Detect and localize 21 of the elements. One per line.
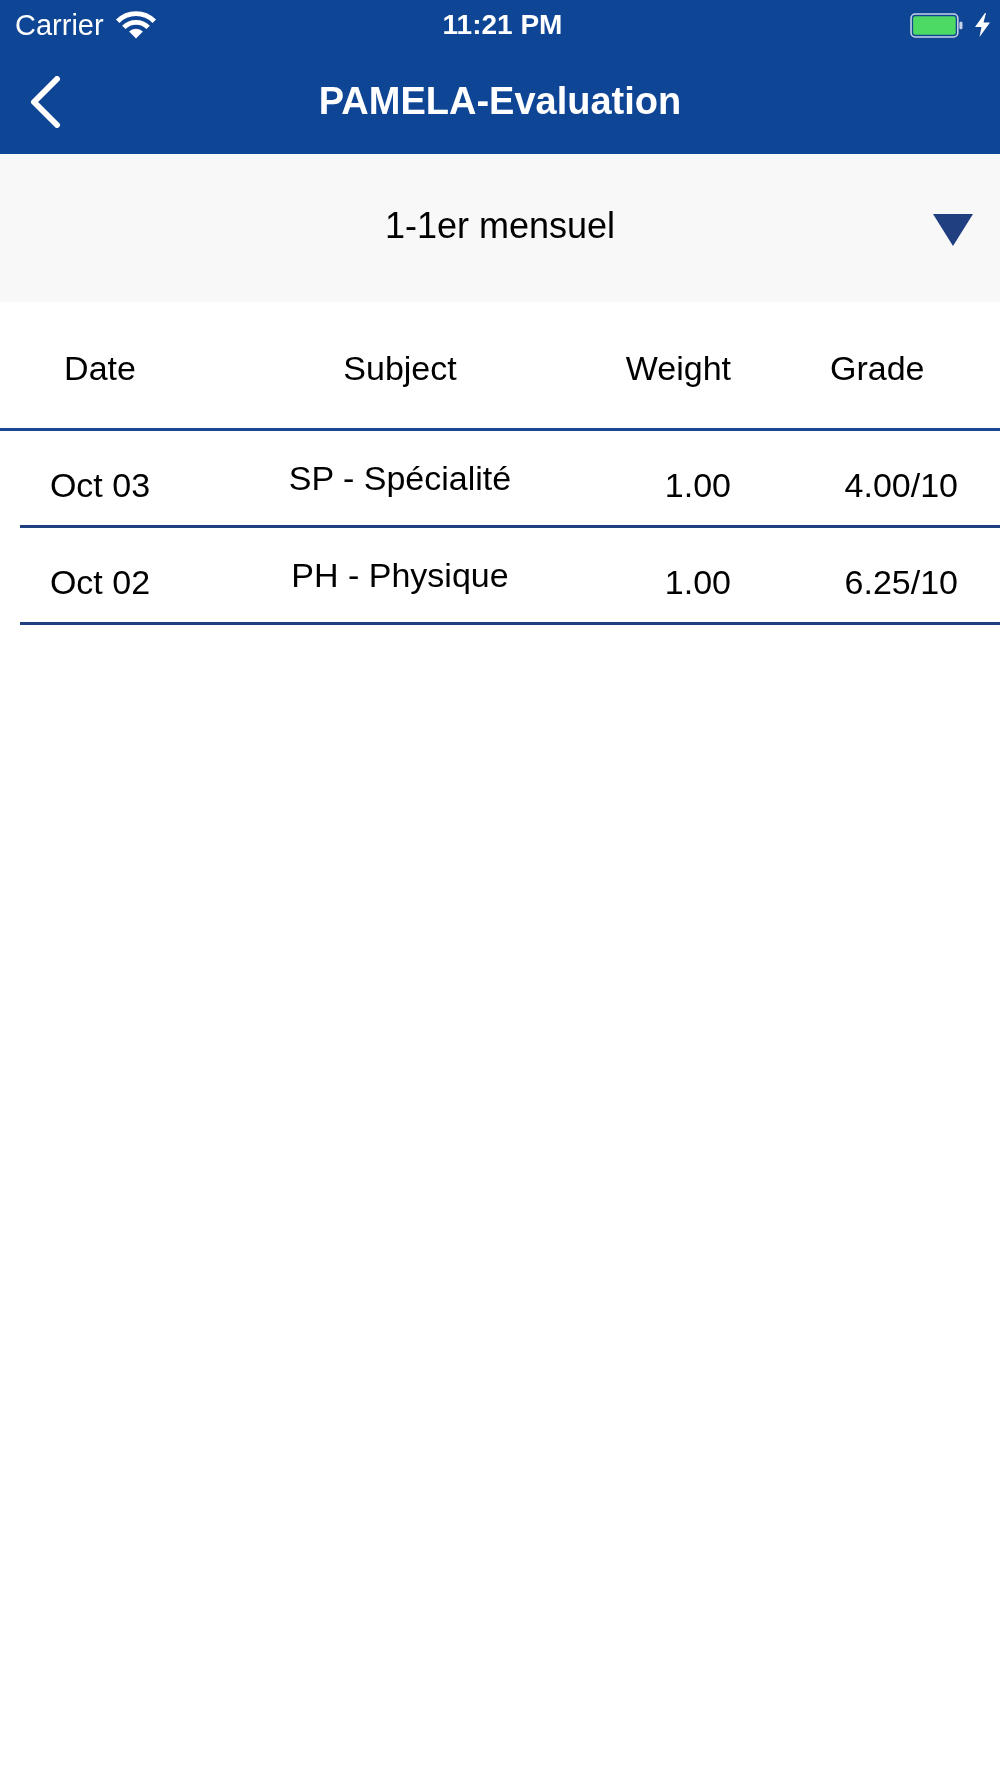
column-header: Date xyxy=(64,347,136,388)
table-cell: PH - Physique xyxy=(291,555,509,595)
status-time: 11:21 PM xyxy=(442,8,563,42)
battery-icon xyxy=(910,12,963,38)
table-cell: 1.00 xyxy=(664,465,731,505)
wifi-icon xyxy=(114,11,157,39)
column-header: Weight xyxy=(625,347,731,388)
table-cell: 1.00 xyxy=(664,562,731,602)
charging-bolt-icon xyxy=(975,13,990,37)
table-cell: Oct 02 xyxy=(49,562,151,602)
dropdown-triangle-icon xyxy=(933,214,973,246)
column-header: Grade xyxy=(830,347,925,388)
table-cell: 6.25/10 xyxy=(844,562,958,602)
column-header: Subject xyxy=(343,347,457,388)
table-cell: SP - Spécialité xyxy=(288,458,512,498)
period-dropdown[interactable]: 1-1er mensuel xyxy=(0,154,1000,302)
table-cell: 4.00/10 xyxy=(844,465,958,505)
back-chevron-icon xyxy=(30,76,61,128)
carrier-label: Carrier xyxy=(15,8,104,42)
table-cell: Oct 03 xyxy=(49,465,151,505)
nav-title: PAMELA-Evaluation xyxy=(318,79,682,124)
